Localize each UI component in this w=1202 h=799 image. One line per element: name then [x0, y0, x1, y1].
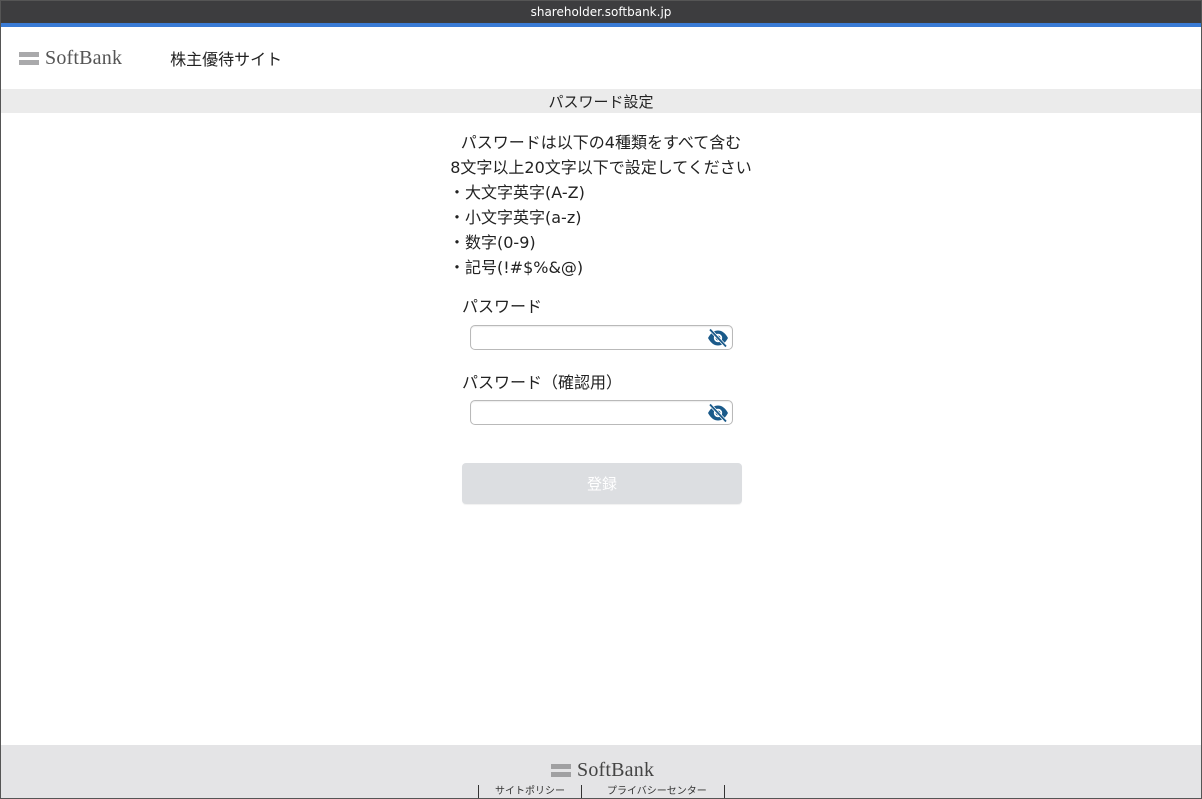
- url-text: shareholder.softbank.jp: [530, 5, 672, 19]
- page-title: パスワード設定: [548, 92, 654, 111]
- footer-logo-text: SoftBank: [577, 759, 655, 781]
- password-input[interactable]: [477, 328, 709, 349]
- softbank-logo[interactable]: SoftBank: [19, 47, 122, 70]
- url-bar[interactable]: shareholder.softbank.jp: [1, 1, 1201, 23]
- register-button[interactable]: 登録: [462, 463, 742, 504]
- confirm-password-input[interactable]: [477, 403, 709, 424]
- confirm-password-label: パスワード（確認用）: [462, 373, 623, 392]
- eye-slash-icon[interactable]: [706, 402, 730, 423]
- password-rule-digits: ・数字(0-9): [449, 233, 536, 252]
- footer-links: サイトポリシー プライバシーセンター: [478, 785, 725, 798]
- page-title-band: パスワード設定: [1, 89, 1201, 113]
- password-field[interactable]: [470, 325, 733, 350]
- logo-mark-icon: [19, 51, 39, 65]
- password-rule-lead-2: 8文字以上20文字以下で設定してください: [450, 158, 752, 177]
- logo-text: SoftBank: [45, 46, 123, 69]
- site-header: SoftBank 株主優待サイト: [1, 27, 1201, 89]
- password-label: パスワード: [462, 297, 543, 316]
- footer-softbank-logo[interactable]: SoftBank: [551, 759, 654, 782]
- eye-slash-icon[interactable]: [706, 327, 730, 348]
- site-name: 株主優待サイト: [170, 50, 283, 69]
- password-rule-lowercase: ・小文字英字(a-z): [449, 208, 582, 227]
- footer-link-site-policy[interactable]: サイトポリシー: [478, 785, 581, 798]
- logo-mark-icon: [551, 764, 571, 777]
- footer-link-privacy-center[interactable]: プライバシーセンター: [581, 785, 725, 798]
- password-rule-lead-1: パスワードは以下の4種類をすべて含む: [460, 133, 742, 152]
- site-footer: SoftBank サイトポリシー プライバシーセンター: [1, 745, 1201, 798]
- password-rule-uppercase: ・大文字英字(A-Z): [449, 183, 585, 202]
- password-rule-symbols: ・記号(!#$%&@): [449, 258, 584, 277]
- confirm-password-field[interactable]: [470, 400, 733, 425]
- browser-window: shareholder.softbank.jp SoftBank 株主優待サイト…: [0, 0, 1202, 799]
